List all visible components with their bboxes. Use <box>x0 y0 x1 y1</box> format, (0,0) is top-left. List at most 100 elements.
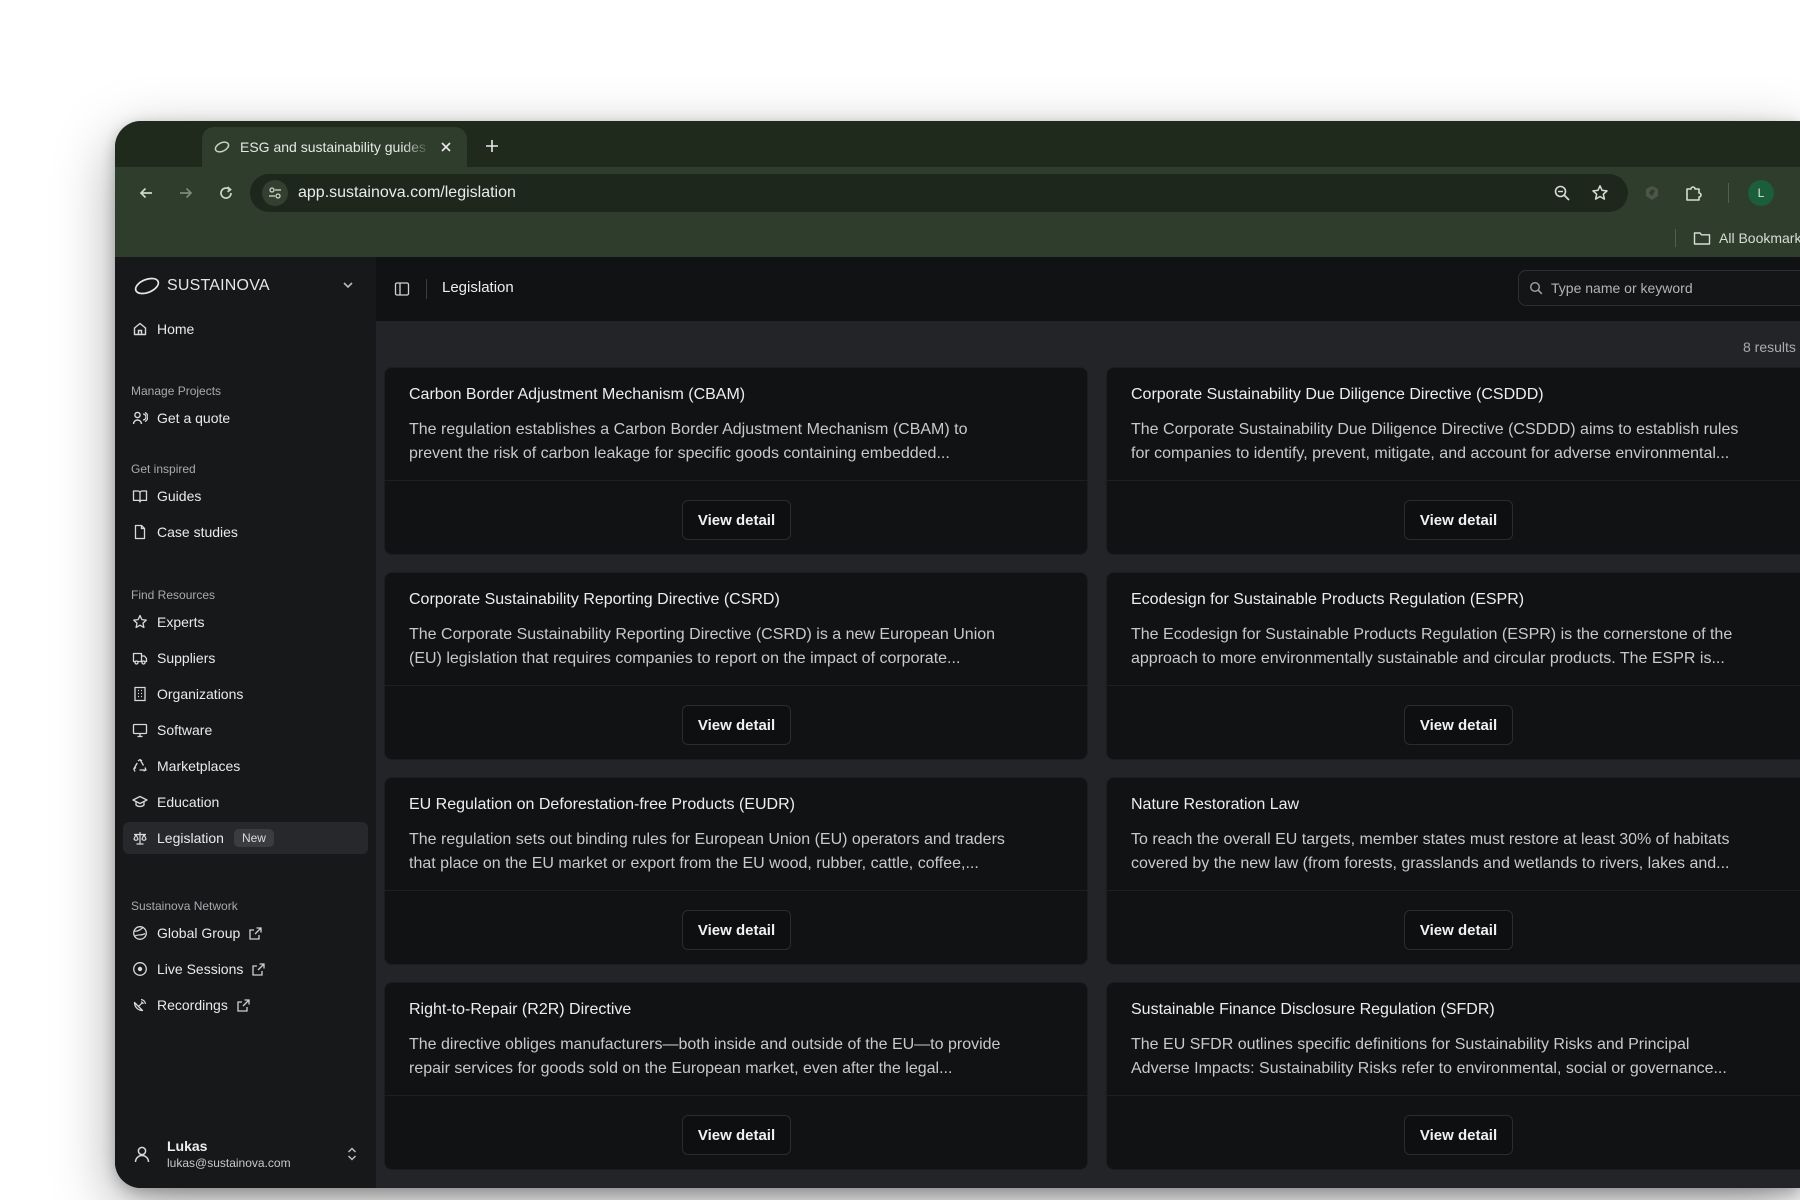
file-icon <box>131 523 149 541</box>
user-menu[interactable]: Lukas lukas@sustainova.com <box>129 1134 364 1174</box>
folder-icon <box>1691 227 1713 249</box>
card-description-line: The Corporate Sustainability Due Diligen… <box>1131 421 1739 438</box>
card-description-line: repair services for goods sold on the Eu… <box>409 1060 953 1077</box>
sidebar-item-organizations[interactable]: Organizations <box>123 678 368 710</box>
building-icon <box>131 685 149 703</box>
chevron-down-icon[interactable] <box>338 275 358 295</box>
card-description-line: Adverse Impacts: Sustainability Risks re… <box>1131 1060 1727 1077</box>
close-tab-icon[interactable] <box>437 138 455 156</box>
card-divider <box>385 1095 1087 1096</box>
sidebar-item-label: Global Group <box>157 925 241 941</box>
quote-person-icon <box>131 409 149 427</box>
user-icon <box>129 1141 155 1167</box>
view-detail-button[interactable]: View detail <box>1404 910 1513 950</box>
sidebar-item-suppliers[interactable]: Suppliers <box>123 642 368 674</box>
card-description: The Corporate Sustainability Reporting D… <box>409 623 1087 671</box>
extensions-puzzle-icon[interactable] <box>1682 181 1706 205</box>
url-text: app.sustainova.com/legislation <box>298 184 516 201</box>
sidebar-item-software[interactable]: Software <box>123 714 368 746</box>
bookmark-star-icon[interactable] <box>1588 181 1612 205</box>
tab-title: ESG and sustainability guides <box>240 139 426 155</box>
sidebar-item-recordings[interactable]: Recordings <box>123 989 368 1021</box>
zoom-icon[interactable] <box>1550 181 1574 205</box>
sidebar-item-home[interactable]: Home <box>123 313 368 345</box>
sidebar-item-label: Recordings <box>157 997 228 1013</box>
sidebar-toggle-icon[interactable] <box>392 279 412 299</box>
recycle-icon <box>131 757 149 775</box>
new-tab-button[interactable] <box>478 132 506 160</box>
card-divider <box>1107 1095 1800 1096</box>
sidebar-item-experts[interactable]: Experts <box>123 606 368 638</box>
profile-avatar[interactable]: L <box>1748 180 1774 206</box>
sidebar-item-label: Guides <box>157 488 202 504</box>
sidebar-item-get-a-quote[interactable]: Get a quote <box>123 402 368 434</box>
view-detail-button[interactable]: View detail <box>1404 1115 1513 1155</box>
card-title: Right-to-Repair (R2R) Directive <box>409 1001 632 1018</box>
legislation-card: EU Regulation on Deforestation-free Prod… <box>384 777 1088 965</box>
card-description-line: The Ecodesign for Sustainable Products R… <box>1131 626 1733 643</box>
card-description-line: The Corporate Sustainability Reporting D… <box>409 626 996 643</box>
chevron-up-down-icon[interactable] <box>342 1144 362 1164</box>
search-box[interactable] <box>1518 270 1800 306</box>
reload-icon[interactable] <box>209 176 243 210</box>
section-manage-projects: Manage Projects <box>131 384 222 398</box>
legislation-card: Nature Restoration Law To reach the over… <box>1106 777 1800 965</box>
external-link-icon <box>248 926 263 941</box>
brand[interactable]: SUSTAINOVA <box>133 271 270 301</box>
section-sustainova-network: Sustainova Network <box>131 899 238 913</box>
card-description-line: To reach the overall EU targets, member … <box>1131 831 1730 848</box>
sidebar-item-live-sessions[interactable]: Live Sessions <box>123 953 368 985</box>
book-open-icon <box>131 487 149 505</box>
sidebar-item-case-studies[interactable]: Case studies <box>123 516 368 548</box>
page-title: Legislation <box>442 279 514 296</box>
scale-icon <box>131 829 149 847</box>
view-detail-button[interactable]: View detail <box>682 500 791 540</box>
card-description-line: that place on the EU market or export fr… <box>409 855 979 872</box>
new-badge: New <box>233 829 274 847</box>
card-description-line: The directive obliges manufacturers—both… <box>409 1036 1001 1053</box>
extension-shield-icon[interactable] <box>1640 181 1664 205</box>
sidebar-item-label: Suppliers <box>157 650 216 666</box>
bookmarks-divider <box>1675 229 1676 247</box>
search-input[interactable] <box>1551 280 1791 296</box>
browser-tab[interactable]: ESG and sustainability guides <box>202 127 467 167</box>
star-icon <box>131 613 149 631</box>
sidebar-item-label: Marketplaces <box>157 758 241 774</box>
card-description-line: approach to more environmentally sustain… <box>1131 650 1725 667</box>
sidebar-item-label: Case studies <box>157 524 238 540</box>
monitor-icon <box>131 721 149 739</box>
card-title: Ecodesign for Sustainable Products Regul… <box>1131 591 1525 608</box>
topbar-divider <box>426 279 427 299</box>
sidebar-item-label: Legislation <box>157 830 224 846</box>
card-description-line: covered by the new law (from forests, gr… <box>1131 855 1730 872</box>
view-detail-button[interactable]: View detail <box>1404 705 1513 745</box>
card-description: To reach the overall EU targets, member … <box>1131 828 1800 876</box>
site-settings-icon[interactable] <box>262 180 288 206</box>
view-detail-button[interactable]: View detail <box>682 1115 791 1155</box>
sidebar-item-global-group[interactable]: Global Group <box>123 917 368 949</box>
card-description: The EU SFDR outlines specific definition… <box>1131 1033 1800 1081</box>
sidebar-item-label: Live Sessions <box>157 961 244 977</box>
external-link-icon <box>251 962 266 977</box>
user-email: lukas@sustainova.com <box>167 1156 291 1170</box>
back-arrow-icon[interactable] <box>129 176 163 210</box>
sidebar-item-label: Get a quote <box>157 410 231 426</box>
view-detail-button[interactable]: View detail <box>1404 500 1513 540</box>
sidebar-item-marketplaces[interactable]: Marketplaces <box>123 750 368 782</box>
sidebar-item-label: Organizations <box>157 686 244 702</box>
card-divider <box>385 685 1087 686</box>
sustainova-logo-icon <box>133 276 161 296</box>
card-divider <box>1107 685 1800 686</box>
sidebar-item-legislation[interactable]: Legislation New <box>123 822 368 854</box>
sidebar-item-guides[interactable]: Guides <box>123 480 368 512</box>
search-icon <box>1529 281 1543 295</box>
address-bar[interactable]: app.sustainova.com/legislation <box>250 174 1628 212</box>
view-detail-button[interactable]: View detail <box>682 705 791 745</box>
forward-arrow-icon[interactable] <box>169 176 203 210</box>
all-bookmarks-button[interactable]: All Bookmarks <box>1691 227 1800 249</box>
card-title: Sustainable Finance Disclosure Regulatio… <box>1131 1001 1495 1018</box>
sidebar-item-education[interactable]: Education <box>123 786 368 818</box>
home-icon <box>131 320 149 338</box>
view-detail-button[interactable]: View detail <box>682 910 791 950</box>
legislation-card: Right-to-Repair (R2R) Directive The dire… <box>384 982 1088 1170</box>
